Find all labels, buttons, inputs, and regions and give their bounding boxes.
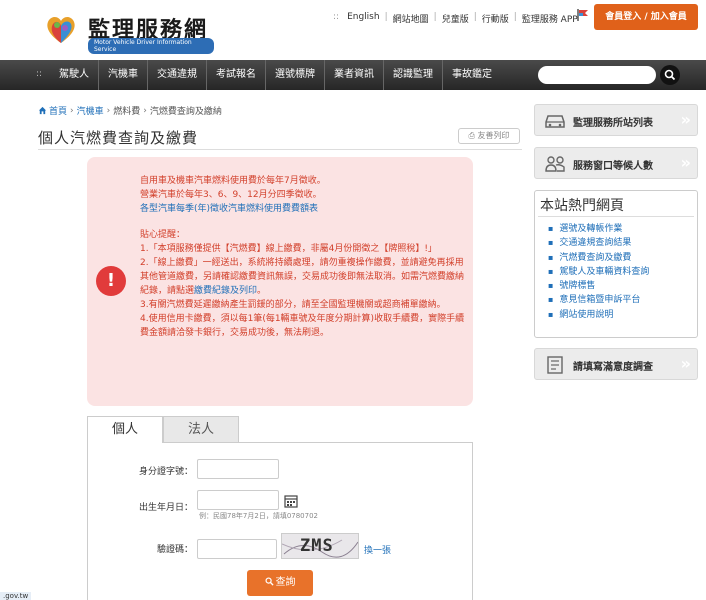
popular-pages-title: 本站熱門網頁 (540, 198, 624, 214)
site-header: 監理服務網 Motor Vehicle Driver Information S… (0, 0, 706, 60)
birth-date-hint: 例：民國78年7月2日，請填0780702 (199, 512, 318, 520)
popular-link[interactable]: 交通違規查詢結果 (548, 236, 649, 250)
printer-icon: ⎙ (468, 131, 475, 140)
notice-item-4: 4.使用信用卡繳費，須以每1筆(每1輛車號及年度分期計算)收取手續費，實際手續費… (140, 314, 465, 338)
top-link-kids[interactable]: 兒童版 (442, 12, 469, 25)
refresh-captcha-link[interactable]: 換一張 (364, 543, 391, 556)
logo-subtitle: Motor Vehicle Driver Information Service (88, 38, 214, 54)
side-button-label: 請填寫滿意度調查 (573, 362, 653, 373)
app-flag-icon[interactable] (576, 8, 590, 22)
side-button-label: 服務窗口等候人數 (573, 161, 653, 172)
divider: | (513, 12, 517, 22)
print-label: 友善列印 (477, 131, 510, 140)
breadcrumb-separator: › (143, 105, 147, 116)
divider: | (433, 12, 437, 22)
captcha-image: ZMS (281, 533, 359, 559)
divider: | (473, 12, 477, 22)
submit-label: 查詢 (275, 577, 296, 588)
service-station-list-button[interactable]: 監理服務所站列表 » (534, 104, 698, 136)
side-button-label: 監理服務所站列表 (573, 118, 653, 129)
nav-item-driver[interactable]: 駕駛人 (50, 60, 99, 90)
popular-link[interactable]: 意見信箱暨申訴平台 (548, 293, 649, 307)
service-window-queue-button[interactable]: 服務窗口等候人數 » (534, 147, 698, 179)
breadcrumb-separator: › (106, 105, 111, 116)
top-link-english[interactable]: English (347, 12, 380, 25)
captcha-text: ZMS (300, 536, 334, 556)
search-icon (264, 577, 274, 586)
query-submit-button[interactable]: 查詢 (247, 570, 313, 596)
people-icon (545, 156, 565, 172)
breadcrumb: 首頁 › 汽機車 › 燃料費 › 汽燃費查詢及繳納 (38, 104, 222, 117)
nav-item-accident[interactable]: 事故鑑定 (443, 60, 501, 90)
breadcrumb-separator: › (70, 105, 74, 116)
divider: | (384, 12, 388, 22)
popular-link[interactable]: 網站使用說明 (548, 308, 649, 322)
notice-item-2-end: 。 (257, 286, 267, 296)
nav-item-vehicle[interactable]: 汽機車 (99, 60, 148, 90)
page-title: 個人汽燃費查詢及繳費 (38, 129, 199, 147)
warning-icon: ! (96, 266, 126, 296)
notice-item-1: 1.「本項服務僅提供【汽燃費】線上繳費，非屬4月份開徵之【牌照稅】!」 (140, 244, 437, 254)
nav-item-plates[interactable]: 選號標牌 (266, 60, 325, 90)
top-link-sitemap[interactable]: 網站地圖 (393, 12, 429, 25)
site-logo[interactable]: 監理服務網 Motor Vehicle Driver Information S… (44, 10, 214, 54)
fee-table-link[interactable]: 各型汽車每季(年)徵收汽車燃料使用費費額表 (140, 202, 466, 216)
breadcrumb-home[interactable]: 首頁 (49, 104, 67, 117)
title-divider (38, 149, 522, 150)
notice-item-3: 3.有關汽燃費延遲繳納產生罰鍰的部分，請至全國監理機關或超商補單繳納。 (140, 300, 446, 310)
main-nav: :: 駕駛人 汽機車 交通違規 考試報名 選號標牌 業者資訊 認識監理 事故鑑定 (0, 60, 706, 90)
captcha-input[interactable] (197, 539, 277, 559)
notice-text: 自用車及機車汽車燃料使用費於每年7月徵收。 營業汽車於每年3、6、9、12月分四… (140, 174, 466, 340)
search-input[interactable] (538, 66, 656, 84)
double-chevron-icon: » (680, 354, 691, 373)
popular-link[interactable]: 號牌標售 (548, 279, 649, 293)
tab-personal[interactable]: 個人 (87, 416, 163, 443)
breadcrumb-vehicle[interactable]: 汽機車 (77, 104, 104, 117)
birth-date-label: 出生年月日： (138, 503, 193, 513)
search-button[interactable] (660, 65, 680, 85)
birth-date-input[interactable] (197, 490, 279, 510)
id-number-input[interactable] (197, 459, 279, 479)
popular-link[interactable]: 選號及轉帳作業 (548, 222, 649, 236)
breadcrumb-current: 汽燃費查詢及繳納 (149, 107, 222, 117)
top-links-lead: :: (333, 12, 340, 22)
notice-line-2: 營業汽車於每年3、6、9、12月分四季徵收。 (140, 190, 322, 200)
notice-item-2-text: 2.「線上繳費」一經送出，系統將持續處理，請勿重複操作繳費，並請避免再採用其他管… (140, 258, 465, 296)
notice-heading: 貼心提醒： (140, 230, 186, 240)
top-links: :: English | 網站地圖 | 兒童版 | 行動版 | 監理服務 APP (333, 12, 578, 25)
top-link-app[interactable]: 監理服務 APP (522, 12, 578, 25)
nav-item-exam[interactable]: 考試報名 (207, 60, 266, 90)
popular-pages-list: 選號及轉帳作業 交通違規查詢結果 汽燃費查詢及繳費 駕駛人及車輛資料查詢 號牌標… (548, 222, 649, 322)
print-friendly-button[interactable]: ⎙ 友善列印 (458, 128, 520, 144)
status-url-tag: .gov.tw (0, 592, 32, 600)
top-link-mobile[interactable]: 行動版 (482, 12, 509, 25)
nav-items: 駕駛人 汽機車 交通違規 考試報名 選號標牌 業者資訊 認識監理 事故鑑定 (50, 60, 501, 90)
payment-record-link[interactable]: 繳費紀錄及列印 (194, 286, 257, 296)
double-chevron-icon: » (680, 110, 691, 129)
logo-heart-icon (47, 17, 75, 43)
car-icon (545, 115, 565, 128)
nav-item-violation[interactable]: 交通違規 (148, 60, 207, 90)
nav-item-business[interactable]: 業者資訊 (325, 60, 384, 90)
double-chevron-icon: » (680, 153, 691, 172)
calendar-icon[interactable] (284, 494, 298, 508)
captcha-label: 驗證碼： (156, 545, 193, 555)
popular-link[interactable]: 汽燃費查詢及繳費 (548, 251, 649, 265)
popular-link[interactable]: 駕駛人及車輛資料查詢 (548, 265, 649, 279)
nav-item-about[interactable]: 認識監理 (384, 60, 443, 90)
home-icon (38, 106, 47, 115)
id-number-label: 身分證字號： (138, 467, 193, 477)
breadcrumb-fuel-fee[interactable]: 燃料費 (113, 104, 140, 117)
divider (538, 216, 694, 217)
nav-lead: :: (36, 69, 43, 79)
survey-icon (547, 356, 563, 374)
satisfaction-survey-button[interactable]: 請填寫滿意度調查 » (534, 348, 698, 380)
notice-line-1: 自用車及機車汽車燃料使用費於每年7月徵收。 (140, 176, 326, 186)
login-register-button[interactable]: 會員登入 / 加入會員 (594, 4, 698, 30)
tab-corporate[interactable]: 法人 (163, 416, 239, 442)
notice-item-2: 2.「線上繳費」一經送出，系統將持續處理，請勿重複操作繳費，並請避免再採用其他管… (140, 256, 466, 298)
search-icon (664, 69, 676, 81)
